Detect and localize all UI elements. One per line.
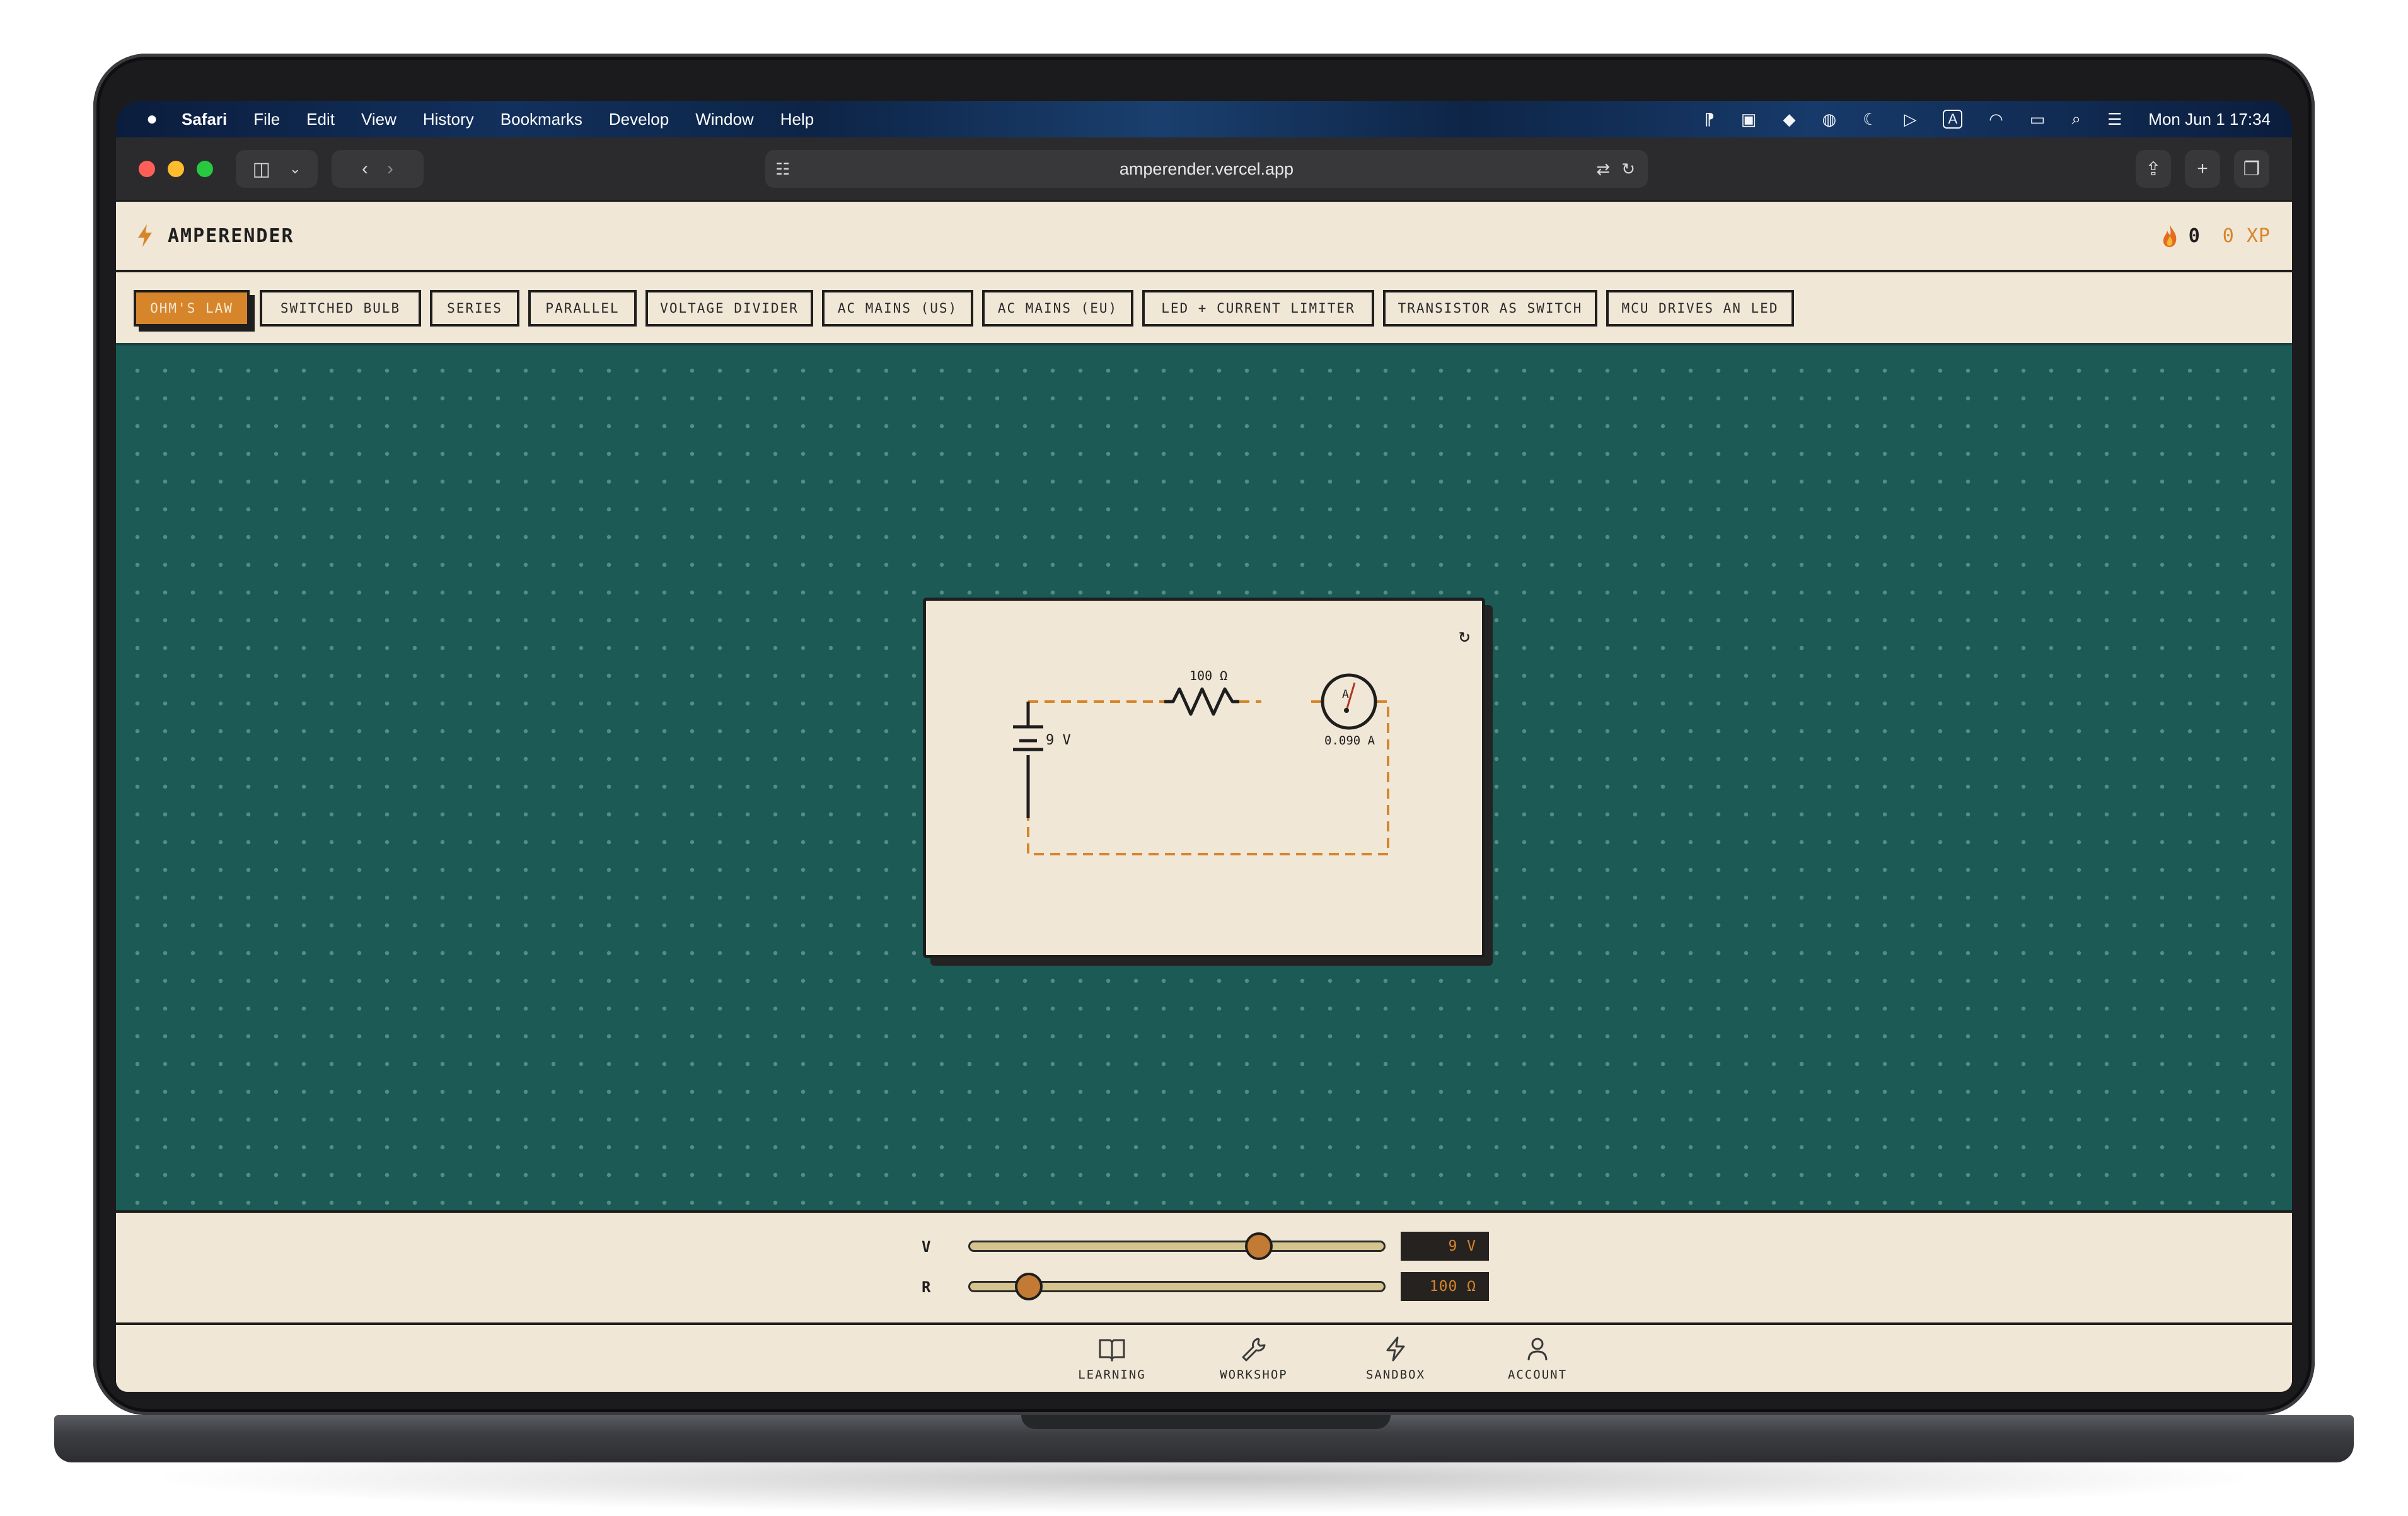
nav-learning-label: LEARNING [1078,1368,1146,1382]
close-window-button[interactable] [139,161,155,177]
menu-help[interactable]: Help [780,110,814,129]
menu-bookmarks[interactable]: Bookmarks [501,110,582,129]
reload-icon[interactable]: ↻ [1621,159,1635,179]
menu-file[interactable]: File [253,110,280,129]
nav-workshop-label: WORKSHOP [1220,1368,1288,1382]
resistor-symbol [1164,687,1239,716]
zoom-window-button[interactable] [197,161,213,177]
menu-safari[interactable]: Safari [182,110,227,129]
circuit-diagram: 9 V 100 Ω A 0.090 A ↻ [1013,625,1470,855]
tab-parallel[interactable]: PARALLEL [528,290,637,327]
book-icon [1099,1339,1125,1362]
menu-edit[interactable]: Edit [306,110,335,129]
circuit-card: 9 V 100 Ω A 0.090 A ↻ [923,598,1485,958]
bottom-navigation: LEARNING WORKSHOP SANDBOX ACCOUNT [116,1325,2292,1392]
app-name: AMPERENDER [168,224,294,247]
play-icon[interactable]: ▷ [1904,110,1916,129]
menu-history[interactable]: History [423,110,474,129]
tab-ohms-law[interactable]: OHM'S LAW [134,290,250,327]
cursor-icon[interactable]: ◆ [1783,110,1795,129]
menu-develop[interactable]: Develop [609,110,669,129]
tab-ac-mains-us[interactable]: AC MAINS (US) [822,290,973,327]
sidebar-icon: ◫ [252,158,270,180]
focus-icon[interactable]: ⁋ [1704,110,1715,129]
laptop-notch [1021,1415,1391,1429]
flame-icon [2163,224,2177,247]
reset-circuit-button[interactable]: ↻ [1459,625,1470,647]
voltage-slider-track[interactable] [968,1241,1386,1252]
new-tab-button[interactable]: + [2185,150,2220,188]
nav-account[interactable]: ACCOUNT [1487,1336,1588,1382]
tab-series[interactable]: SERIES [430,290,519,327]
menu-window[interactable]: Window [695,110,753,129]
search-icon[interactable]: ⌕ [2071,109,2081,129]
nav-workshop[interactable]: WORKSHOP [1203,1336,1304,1382]
screen: ● Safari File Edit View History Bookmark… [116,101,2292,1392]
teams-icon[interactable]: ▣ [1741,110,1757,129]
chevron-down-icon: ⌄ [289,161,301,176]
page-menu-icon[interactable]: ☷ [775,159,790,179]
voltage-label: V [922,1238,931,1256]
status-area: ⁋ ▣ ◆ ◍ ☾ ▷ A ◠ ▭ ⌕ ☰ Mon Jun 1 17:34 [1704,101,2271,137]
address-bar[interactable]: ☷ amperender.vercel.app ⇄ ↻ [765,150,1648,188]
tab-switched-bulb[interactable]: SWITCHED BULB [260,290,421,327]
app-header: AMPERENDER 0 0 XP [116,202,2292,272]
voltage-readout: 9 V [1401,1232,1489,1261]
battery-label: 9 V [1046,732,1071,748]
bolt-icon [1386,1336,1405,1362]
lesson-tabs: OHM'S LAW SWITCHED BULB SERIES PARALLEL … [116,272,2292,345]
menu-clock[interactable]: Mon Jun 1 17:34 [2148,110,2271,129]
sidebar-toggle-button[interactable]: ◫ ⌄ [236,150,318,188]
user-stats: 0 0 XP [2160,223,2271,248]
wifi-icon[interactable]: ◠ [1989,110,2003,129]
resistor-label: 100 Ω [1190,668,1227,683]
control-center-icon[interactable]: ☰ [2107,110,2122,129]
apple-menu-icon[interactable]: ● [141,108,163,130]
browser-toolbar: ◫ ⌄ ‹ › ☷ amperender.vercel.app ⇄ ↻ ⇪ + … [116,137,2292,202]
tab-mcu-drives-an-led[interactable]: MCU DRIVES AN LED [1606,290,1794,327]
battery-icon[interactable]: ▭ [2030,110,2046,129]
menu-bar: ● Safari File Edit View History Bookmark… [116,101,2292,137]
translate-icon[interactable]: ⇄ [1596,159,1610,179]
nav-account-label: ACCOUNT [1507,1368,1568,1382]
ammeter-symbol-label: A [1342,688,1349,701]
nav-sandbox-label: SANDBOX [1365,1368,1426,1382]
minimize-window-button[interactable] [168,161,184,177]
moon-icon[interactable]: ☾ [1863,110,1877,129]
ammeter-reading: 0.090 A [1324,734,1375,748]
input-source-icon[interactable]: A [1943,110,1963,129]
circuit-controls: V 9 V R 100 Ω [116,1210,2292,1325]
resistance-slider-thumb[interactable] [1015,1273,1043,1300]
xp-count: 0 XP [2222,224,2271,247]
brand[interactable]: AMPERENDER [135,223,294,248]
wrench-icon [1242,1338,1266,1362]
nav-learning[interactable]: LEARNING [1062,1336,1162,1382]
person-icon [1527,1338,1548,1361]
tab-led-current-limiter[interactable]: LED + CURRENT LIMITER [1142,290,1374,327]
accessibility-icon[interactable]: ◍ [1822,110,1836,129]
tab-transistor-as-switch[interactable]: TRANSISTOR AS SWITCH [1383,290,1597,327]
resistance-label: R [922,1278,931,1296]
tab-voltage-divider[interactable]: VOLTAGE DIVIDER [645,290,813,327]
navigation-buttons: ‹ › [332,150,424,188]
voltage-slider-thumb[interactable] [1244,1232,1273,1260]
circuit-board-canvas[interactable]: 9 V 100 Ω A 0.090 A ↻ [116,345,2292,1210]
menu-view[interactable]: View [361,110,397,129]
resistance-readout: 100 Ω [1401,1272,1489,1301]
nav-sandbox[interactable]: SANDBOX [1345,1336,1446,1382]
bolt-icon [138,224,152,247]
url-text[interactable]: amperender.vercel.app [1120,159,1294,179]
forward-button[interactable]: › [387,158,393,180]
web-page: AMPERENDER 0 0 XP OHM'S LAW SWITCHED BUL… [116,202,2292,1392]
streak-count: 0 [2188,224,2200,247]
tab-overview-button[interactable]: ❐ [2234,150,2269,188]
share-button[interactable]: ⇪ [2136,150,2171,188]
tab-ac-mains-eu[interactable]: AC MAINS (EU) [982,290,1133,327]
back-button[interactable]: ‹ [362,158,368,180]
